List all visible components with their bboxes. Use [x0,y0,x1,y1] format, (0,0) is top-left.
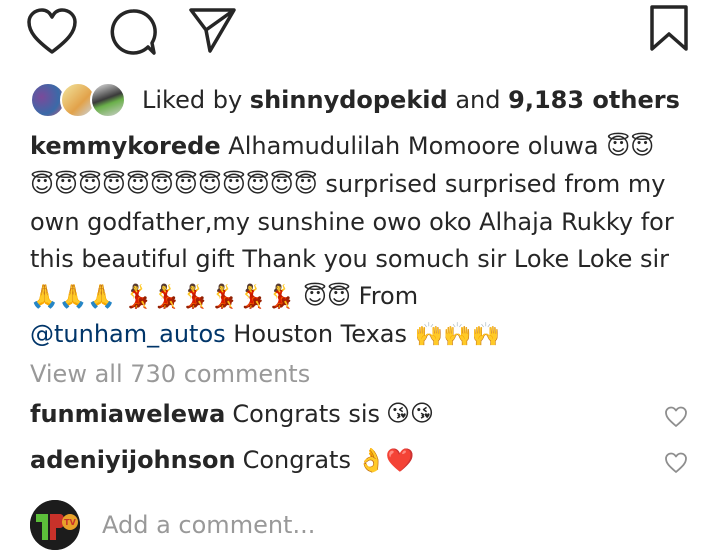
comment-row: funmiawelewa Congrats sis 😘😘 [30,400,700,428]
view-all-comments-link[interactable]: View all 730 comments [30,360,310,388]
caption-text: Alhamudulilah Momoore oluwa [228,132,599,160]
like-button[interactable] [26,8,78,56]
avatar: TV [30,500,80,550]
likes-count[interactable]: 9,183 others [508,86,680,114]
heart-icon [665,406,687,427]
heart-icon [27,8,77,54]
add-comment-input[interactable] [102,511,502,539]
comment-username[interactable]: funmiawelewa [30,400,225,428]
share-button[interactable] [188,6,238,54]
smiling-halo-emoji: 😇😇 [606,134,655,160]
caption-mention[interactable]: @tunham_autos [30,320,226,348]
avatar [90,82,126,118]
post-caption: kemmykorede Alhamudulilah Momoore oluwa … [30,128,700,354]
smiling-halo-emoji: 😇😇 [303,284,351,310]
liked-by-label: Liked by [142,86,243,114]
profile-logo-icon: TV [30,500,80,550]
comment-button[interactable] [108,8,158,56]
comment-text: Congrats sis [232,400,381,428]
caption-text: Houston Texas [233,320,408,348]
liker-avatars[interactable] [30,81,130,119]
comment-row: adeniyijohnson Congrats 👌❤️ [30,446,700,474]
comment-icon [110,9,157,55]
raised-hands-emoji: 🙌🙌🙌 [414,322,501,348]
liked-by-user[interactable]: shinnydopekid [250,86,448,114]
comment-like-button[interactable] [664,406,688,434]
likes-summary[interactable]: Liked by shinnydopekid and 9,183 others [142,86,680,114]
caption-text: From [358,282,419,310]
caption-username[interactable]: kemmykorede [30,132,221,160]
dancer-emoji: 💃💃💃💃💃💃 [123,284,296,310]
bookmark-icon [650,5,688,51]
add-comment-row: TV [30,500,502,550]
smiling-halo-emoji: 😇😇😇😇😇😇😇😇😇😇😇😇 [30,172,318,198]
comment-username[interactable]: adeniyijohnson [30,446,236,474]
comment-like-button[interactable] [664,452,688,480]
folded-hands-emoji: 🙏🙏🙏 [30,284,116,310]
ok-hand-heart-emoji: 👌❤️ [356,447,415,474]
likes-and: and [455,86,501,114]
share-icon [189,8,236,53]
profile-logo-text: TV [64,518,76,527]
kissing-face-emoji: 😘😘 [386,401,435,427]
likes-row: Liked by shinnydopekid and 9,183 others [30,80,680,120]
comment-text: Congrats [242,446,351,474]
heart-icon [665,452,687,473]
save-button[interactable] [648,4,690,52]
